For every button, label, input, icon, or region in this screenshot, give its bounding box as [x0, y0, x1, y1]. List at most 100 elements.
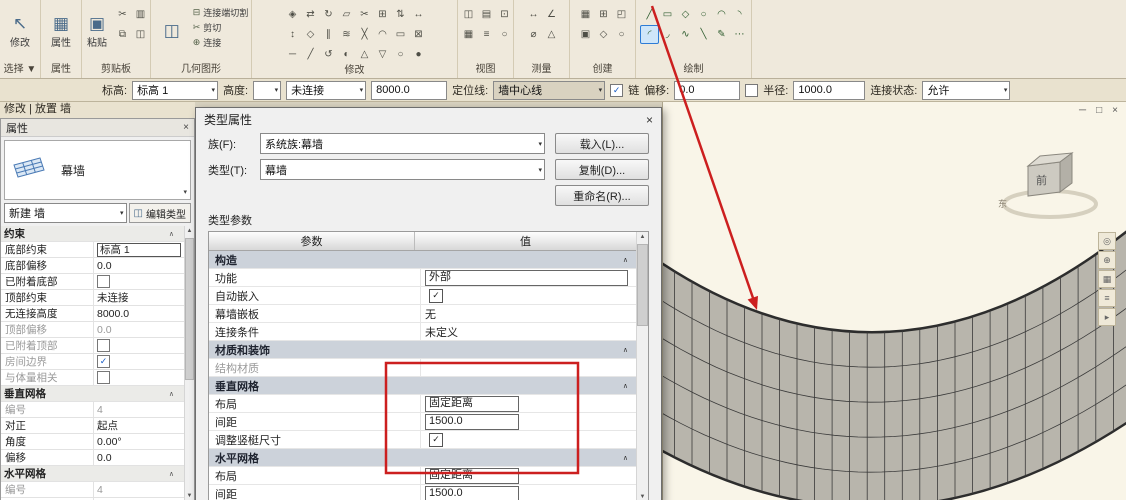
props-value-房间边界[interactable]: ✓ — [94, 354, 184, 369]
ribbon-icon[interactable]: ○ — [694, 5, 713, 24]
ribbon-icon[interactable]: ╱ — [301, 45, 320, 64]
nav-tool-icon-2[interactable]: ▦ — [1098, 270, 1116, 288]
props-value-角度[interactable]: 0.00° — [94, 434, 184, 449]
param-value-间距[interactable]: 1500.0 — [421, 413, 636, 430]
join-status-combo[interactable]: 允许▾ — [922, 81, 1010, 100]
props-value-已附着顶部[interactable] — [94, 338, 184, 353]
ribbon-icon[interactable]: ◐ — [337, 45, 356, 64]
dialog-titlebar[interactable]: 类型属性 × — [196, 108, 661, 131]
checkbox[interactable]: ✓ — [429, 289, 443, 303]
ribbon-icon[interactable]: ◞ — [658, 25, 677, 44]
drawing-area[interactable]: ─□× 前 东 ◎⊕▦≡▸ — [662, 102, 1126, 500]
collapse-icon[interactable]: ∧ — [623, 346, 628, 354]
ribbon-icon[interactable]: ✂ — [355, 5, 374, 24]
location-line-combo[interactable]: 墙中心线▾ — [493, 81, 605, 100]
ribbon-panel-label-select[interactable]: 选择 ▼ — [0, 63, 40, 78]
ribbon-icon[interactable]: ⋯ — [730, 25, 749, 44]
minimize-icon[interactable]: ─ — [1079, 105, 1086, 116]
ribbon-icon[interactable]: ╱ — [640, 5, 659, 24]
nav-tool-icon-3[interactable]: ≡ — [1098, 289, 1116, 307]
height-mode-combo[interactable]: 未连接▾ — [286, 81, 366, 100]
ribbon-icon[interactable]: ◇ — [676, 5, 695, 24]
collapse-icon[interactable]: ∧ — [169, 230, 174, 238]
type-preview[interactable]: 幕墙 ▾ — [4, 140, 191, 200]
checkbox[interactable] — [97, 371, 110, 384]
offset-input[interactable]: 0.0 — [674, 81, 740, 100]
ribbon-icon[interactable]: ⧉ — [113, 25, 132, 44]
ribbon-icon[interactable]: ◠ — [373, 25, 392, 44]
ribbon-icon[interactable]: ✎ — [712, 25, 731, 44]
ribbon-icon[interactable]: ◇ — [301, 25, 320, 44]
collapse-icon[interactable]: ∧ — [623, 256, 628, 264]
draw-arc-tool[interactable]: ◜ — [640, 25, 659, 44]
ribbon-panel-label-measure[interactable]: 测量 — [514, 63, 569, 78]
param-value-调整竖梃尺寸[interactable]: ✓ — [421, 431, 636, 448]
properties-panel-header[interactable]: 属性 × — [1, 119, 194, 137]
ribbon-icon[interactable]: ─ — [283, 45, 302, 64]
ribbon-icon[interactable]: ↔ — [524, 5, 543, 24]
ribbon-icon[interactable]: ⊡ — [495, 5, 514, 24]
ribbon-icon[interactable]: ◫ — [131, 25, 150, 44]
props-value-无连接高度[interactable]: 8000.0 — [94, 306, 184, 321]
ribbon-icon[interactable]: ◰ — [612, 5, 631, 24]
ribbon-icon[interactable]: ○ — [391, 45, 410, 64]
ribbon-panel-label-clipboard[interactable]: 剪贴板 — [82, 63, 150, 78]
ribbon-icon[interactable]: ▤ — [477, 5, 496, 24]
ribbon-panel-label-view[interactable]: 视图 — [458, 63, 513, 78]
family-combo[interactable]: 系统族:幕墙▾ — [260, 133, 545, 154]
ribbon-button-修改[interactable]: ↖修改 — [2, 3, 38, 59]
props-value-底部偏移[interactable]: 0.0 — [94, 258, 184, 273]
param-value-功能[interactable]: 外部 — [421, 269, 636, 286]
ribbon-icon[interactable]: ◠ — [712, 5, 731, 24]
props-group-约束[interactable]: 约束∧ — [1, 226, 184, 242]
scroll-up-icon[interactable]: ▲ — [187, 226, 193, 236]
checkbox[interactable] — [97, 275, 110, 288]
param-value-布局[interactable]: 固定距离 — [421, 467, 636, 484]
chain-checkbox[interactable]: ✓ — [610, 84, 623, 97]
param-value-间距[interactable]: 1500.0 — [421, 485, 636, 500]
ribbon-button-geometry[interactable]: ◫ — [154, 3, 190, 59]
curtain-wall-surface[interactable] — [663, 228, 1126, 500]
ribbon-panel-label-properties[interactable]: 属性 — [41, 63, 81, 78]
param-value-幕墙嵌板[interactable]: 无 — [421, 305, 636, 322]
ribbon-icon[interactable]: ▥ — [131, 5, 150, 24]
ribbon-icon[interactable]: ⇄ — [301, 5, 320, 24]
level-combo[interactable]: 标高 1▾ — [132, 81, 218, 100]
checkbox[interactable]: ✓ — [97, 355, 110, 368]
ribbon-item-连接[interactable]: ⊕连接 — [193, 36, 249, 49]
ribbon-icon[interactable]: ∿ — [676, 25, 695, 44]
scrollbar-thumb[interactable] — [637, 244, 648, 326]
checkbox[interactable]: ✓ — [429, 433, 443, 447]
radius-checkbox[interactable] — [745, 84, 758, 97]
ribbon-icon[interactable]: ○ — [612, 25, 631, 44]
param-group-材质和装饰[interactable]: 材质和装饰∧ — [209, 341, 636, 359]
props-value-编号[interactable]: 4 — [94, 402, 184, 417]
ribbon-icon[interactable]: ◇ — [594, 25, 613, 44]
scroll-down-icon[interactable]: ▼ — [187, 491, 193, 500]
ribbon-icon[interactable]: ╳ — [355, 25, 374, 44]
ribbon-icon[interactable]: ○ — [495, 25, 514, 44]
height-small-combo[interactable]: ▾ — [253, 81, 281, 100]
collapse-icon[interactable]: ∧ — [623, 382, 628, 390]
ribbon-icon[interactable]: ▦ — [459, 25, 478, 44]
properties-scrollbar[interactable]: ▲ ▼ — [184, 226, 194, 500]
ribbon-icon[interactable]: ◫ — [459, 5, 478, 24]
ribbon-icon[interactable]: ⊞ — [373, 5, 392, 24]
props-value-顶部约束[interactable]: 未连接 — [94, 290, 184, 305]
ribbon-icon[interactable]: ↔ — [409, 5, 428, 24]
ribbon-icon[interactable]: ∥ — [319, 25, 338, 44]
ribbon-icon[interactable]: ▦ — [576, 5, 595, 24]
ribbon-icon[interactable]: ✂ — [113, 5, 132, 24]
props-group-水平网格[interactable]: 水平网格∧ — [1, 466, 184, 482]
scrollbar-thumb[interactable] — [185, 238, 194, 380]
ribbon-icon[interactable]: ⊠ — [409, 25, 428, 44]
duplicate-button[interactable]: 复制(D)... — [555, 159, 649, 180]
ribbon-icon[interactable]: ▣ — [576, 25, 595, 44]
close-icon[interactable]: × — [1112, 105, 1118, 116]
props-value-对正[interactable]: 起点 — [94, 418, 184, 433]
ribbon-icon[interactable]: ◈ — [283, 5, 302, 24]
edit-type-button[interactable]: ◫编辑类型 — [129, 203, 191, 223]
ribbon-icon[interactable]: ▽ — [373, 45, 392, 64]
props-value-偏移[interactable]: 0.0 — [94, 450, 184, 465]
ribbon-icon[interactable]: ≋ — [337, 25, 356, 44]
